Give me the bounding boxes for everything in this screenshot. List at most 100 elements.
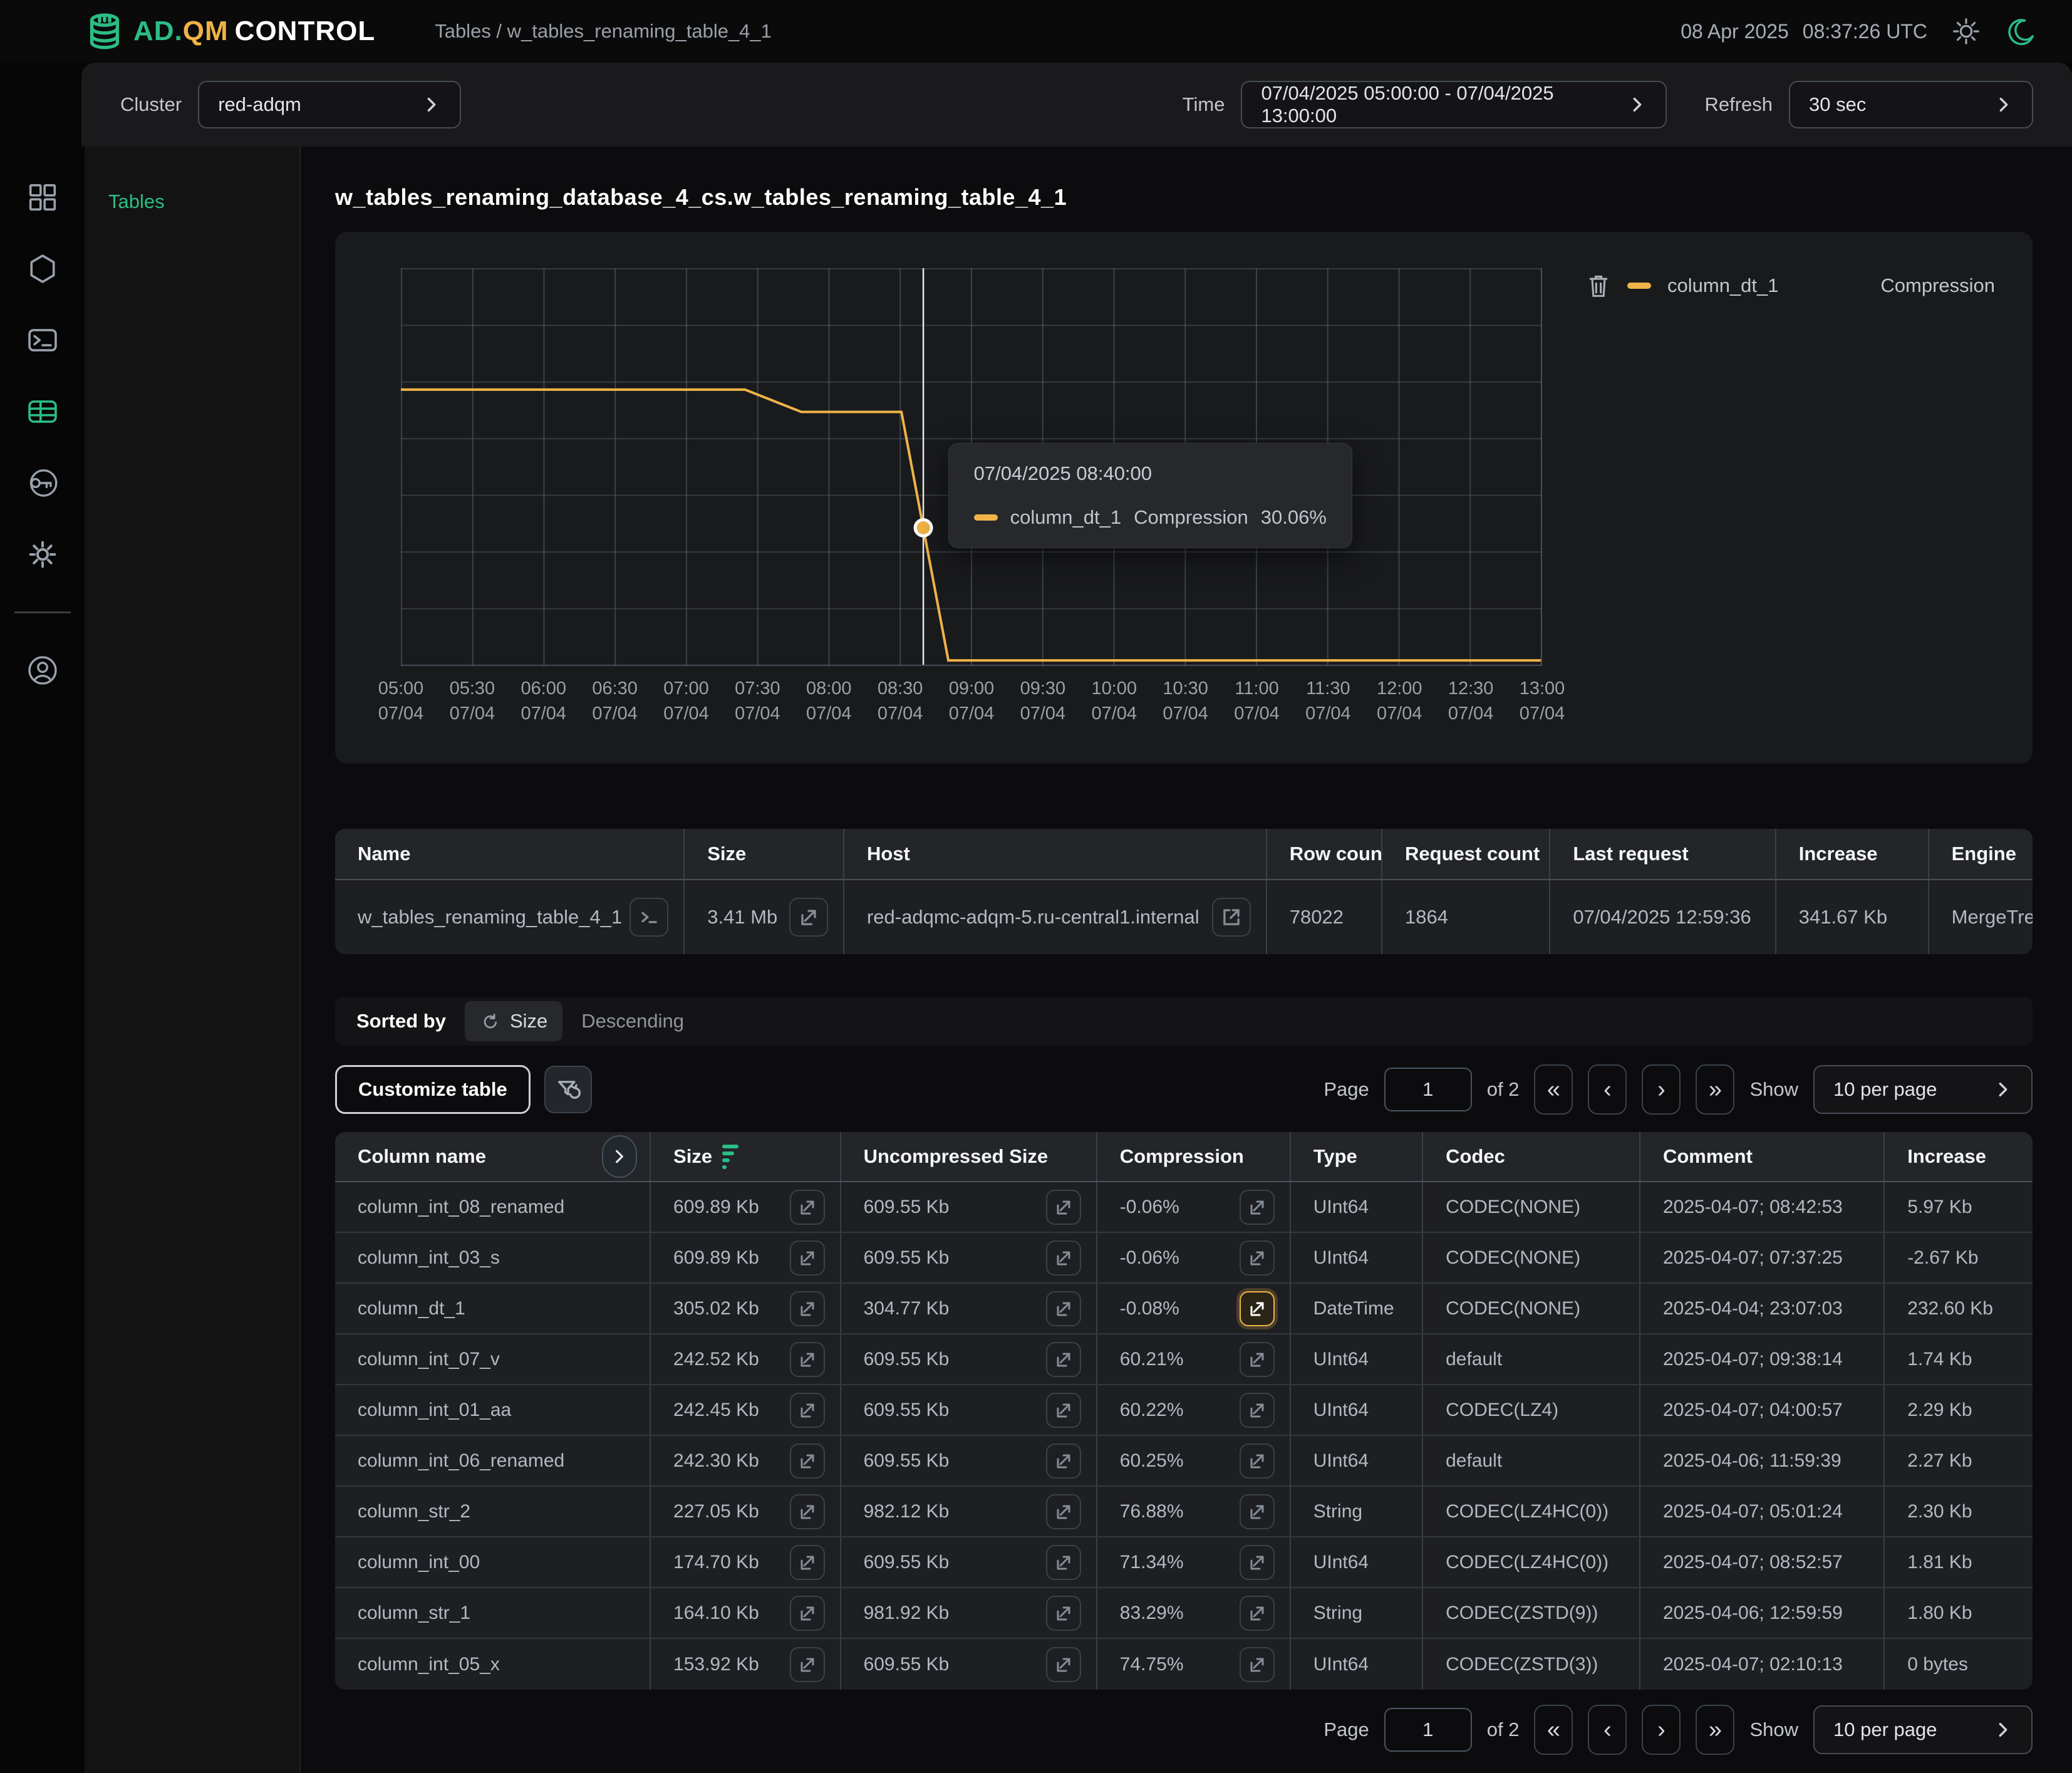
- refresh-interval-select[interactable]: 30 sec: [1789, 81, 2033, 128]
- table-row[interactable]: column_int_03_s 609.89 Kb 609.55 Kb -0.0…: [335, 1233, 2033, 1284]
- open-chart-button[interactable]: [1046, 1545, 1081, 1580]
- table-row[interactable]: column_str_1 164.10 Kb 981.92 Kb 83.29% …: [335, 1588, 2033, 1639]
- page-of: of 2: [1487, 1718, 1520, 1741]
- open-chart-button[interactable]: [790, 1291, 825, 1326]
- open-chart-button[interactable]: [1046, 1393, 1081, 1428]
- open-chart-button[interactable]: [789, 898, 828, 937]
- chevron-right-icon: [1977, 94, 2013, 115]
- sidebar-item-console[interactable]: [24, 322, 61, 358]
- open-chart-button[interactable]: [790, 1596, 825, 1631]
- open-chart-button[interactable]: [1240, 1393, 1275, 1428]
- open-chart-button[interactable]: [1240, 1494, 1275, 1529]
- open-console-button[interactable]: [629, 898, 668, 937]
- breadcrumb[interactable]: Tables / w_tables_renaming_table_4_1: [435, 20, 772, 43]
- open-chart-button[interactable]: [1240, 1545, 1275, 1580]
- sidebar-item-profile[interactable]: [24, 652, 61, 689]
- sort-direction[interactable]: Descending: [581, 1010, 684, 1032]
- table-row[interactable]: column_str_2 227.05 Kb 982.12 Kb 76.88% …: [335, 1487, 2033, 1537]
- filter-reset-button[interactable]: [544, 1066, 592, 1113]
- cluster-label: Cluster: [120, 93, 182, 116]
- page-input[interactable]: [1384, 1708, 1472, 1752]
- open-chart-button[interactable]: [790, 1240, 825, 1276]
- light-theme-button[interactable]: [1950, 15, 1982, 48]
- next-page-button[interactable]: ›: [1642, 1064, 1681, 1115]
- col-header-size[interactable]: Size: [651, 1132, 841, 1181]
- series-color-swatch: [974, 514, 998, 521]
- open-chart-button[interactable]: [1046, 1240, 1081, 1276]
- open-chart-button[interactable]: [1240, 1240, 1275, 1276]
- sidebar-item-nodes[interactable]: [24, 251, 61, 287]
- columns-table: Column name Size Uncompressed Size Compr…: [335, 1132, 2033, 1690]
- compression-chart[interactable]: 07/04/2025 08:40:00 column_dt_1 Compress…: [401, 268, 1542, 666]
- dashboard-icon: [24, 179, 61, 216]
- legend-series-name[interactable]: column_dt_1: [1667, 274, 1779, 297]
- per-page-select[interactable]: 10 per page: [1813, 1705, 2033, 1754]
- open-chart-button[interactable]: [1046, 1443, 1081, 1479]
- rail-divider: [14, 611, 71, 613]
- col-header-increase[interactable]: Increase: [1885, 1132, 2033, 1181]
- open-chart-button[interactable]: [790, 1494, 825, 1529]
- per-page-select[interactable]: 10 per page: [1813, 1065, 2033, 1114]
- customize-table-button[interactable]: Customize table: [335, 1065, 531, 1114]
- table-row[interactable]: column_int_01_aa 242.45 Kb 609.55 Kb 60.…: [335, 1385, 2033, 1436]
- open-chart-button[interactable]: [1046, 1647, 1081, 1682]
- open-chart-button[interactable]: [790, 1393, 825, 1428]
- summary-row: w_tables_renaming_table_4_1 3.41 Mb red-…: [335, 880, 2033, 954]
- first-page-button[interactable]: «: [1534, 1064, 1573, 1115]
- time-range-select[interactable]: 07/04/2025 05:00:00 - 07/04/2025 13:00:0…: [1241, 81, 1667, 128]
- table-row[interactable]: column_int_07_v 242.52 Kb 609.55 Kb 60.2…: [335, 1334, 2033, 1385]
- open-chart-button[interactable]: [790, 1443, 825, 1479]
- open-chart-button[interactable]: [1046, 1494, 1081, 1529]
- open-chart-button[interactable]: [1240, 1647, 1275, 1682]
- prev-page-button[interactable]: ‹: [1588, 1064, 1627, 1115]
- open-chart-button[interactable]: [1240, 1342, 1275, 1377]
- table-row-selected[interactable]: column_dt_1 305.02 Kb 304.77 Kb -0.08% D…: [335, 1284, 2033, 1334]
- col-header-uncompressed[interactable]: Uncompressed Size: [841, 1132, 1097, 1181]
- col-header-codec[interactable]: Codec: [1423, 1132, 1640, 1181]
- page-input[interactable]: [1384, 1068, 1472, 1111]
- sort-field-chip[interactable]: Size: [465, 1001, 562, 1041]
- sidebar-item-dashboard[interactable]: [24, 179, 61, 216]
- dark-theme-button[interactable]: [2005, 15, 2038, 48]
- col-header-compression[interactable]: Compression: [1097, 1132, 1291, 1181]
- last-page-button[interactable]: »: [1696, 1705, 1734, 1755]
- open-chart-button[interactable]: [1046, 1291, 1081, 1326]
- prev-page-button[interactable]: ‹: [1588, 1705, 1627, 1755]
- moon-icon: [2007, 17, 2036, 46]
- table-row[interactable]: column_int_00 174.70 Kb 609.55 Kb 71.34%…: [335, 1537, 2033, 1588]
- sidebar-item-settings[interactable]: [24, 536, 61, 573]
- open-chart-button-active[interactable]: [1240, 1291, 1275, 1326]
- open-chart-button[interactable]: [790, 1190, 825, 1225]
- table-row[interactable]: column_int_05_x 153.92 Kb 609.55 Kb 74.7…: [335, 1639, 2033, 1690]
- col-header-comment[interactable]: Comment: [1640, 1132, 1885, 1181]
- open-chart-button[interactable]: [790, 1647, 825, 1682]
- open-chart-button[interactable]: [1046, 1190, 1081, 1225]
- sidenav-item-tables[interactable]: Tables: [108, 190, 299, 213]
- app-logo[interactable]: AD.QMCONTROL: [85, 11, 375, 51]
- open-chart-icon: [796, 1500, 819, 1523]
- open-chart-button[interactable]: [1046, 1596, 1081, 1631]
- sidebar-item-tables[interactable]: [24, 393, 61, 430]
- first-page-button[interactable]: «: [1534, 1705, 1573, 1755]
- open-host-button[interactable]: [1212, 898, 1251, 937]
- table-row[interactable]: column_int_06_renamed 242.30 Kb 609.55 K…: [335, 1436, 2033, 1487]
- open-chart-button[interactable]: [1046, 1342, 1081, 1377]
- chart-tooltip: 07/04/2025 08:40:00 column_dt_1 Compress…: [948, 443, 1352, 548]
- last-page-button[interactable]: »: [1696, 1064, 1734, 1115]
- increase-value: 341.67 Kb: [1776, 880, 1929, 954]
- col-header-name: Name: [335, 829, 685, 879]
- open-chart-button[interactable]: [790, 1545, 825, 1580]
- expand-column-button[interactable]: [602, 1135, 637, 1178]
- open-chart-button[interactable]: [1240, 1190, 1275, 1225]
- open-chart-button[interactable]: [1240, 1596, 1275, 1631]
- time-label: Time: [1183, 93, 1225, 116]
- open-chart-button[interactable]: [790, 1342, 825, 1377]
- secondary-sidebar: Tables: [85, 147, 301, 1773]
- legend-delete-button[interactable]: [1586, 272, 1611, 299]
- col-header-type[interactable]: Type: [1291, 1132, 1423, 1181]
- cluster-select[interactable]: red-adqm: [198, 81, 461, 128]
- table-row[interactable]: column_int_08_renamed 609.89 Kb 609.55 K…: [335, 1182, 2033, 1233]
- sidebar-item-keys[interactable]: [24, 465, 61, 501]
- next-page-button[interactable]: ›: [1642, 1705, 1681, 1755]
- open-chart-button[interactable]: [1240, 1443, 1275, 1479]
